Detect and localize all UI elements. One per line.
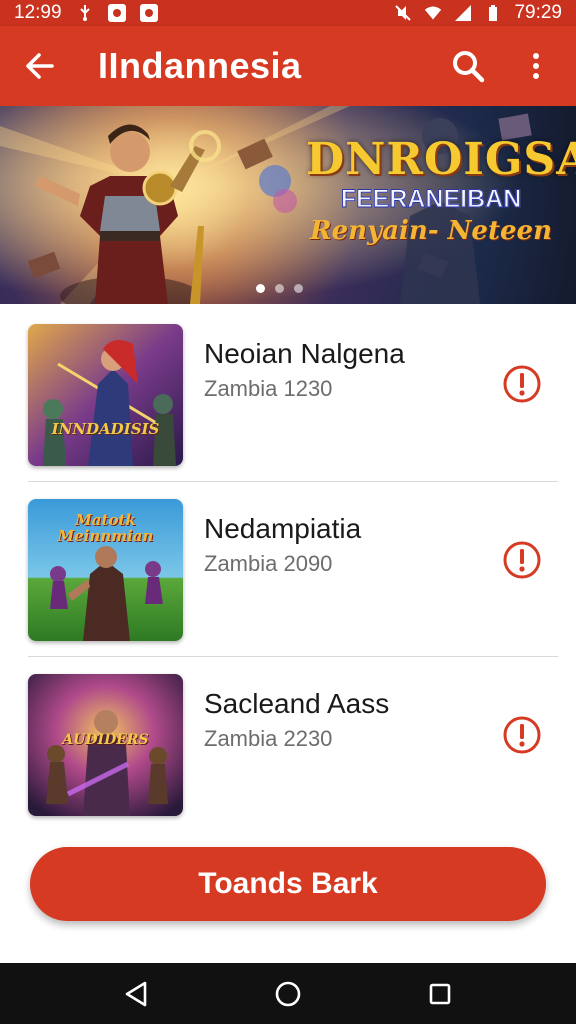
battery-icon (484, 4, 502, 22)
app-bar: IIndannesia (0, 26, 576, 106)
carousel-dot[interactable] (294, 284, 303, 293)
banner-title: DNROIGSA (306, 134, 576, 185)
usb-icon (76, 4, 94, 22)
alert-circle-icon[interactable] (502, 540, 542, 580)
nav-back-icon[interactable] (118, 976, 154, 1012)
item-title: Neoian Nalgena (204, 338, 405, 369)
nav-recents-icon[interactable] (422, 976, 458, 1012)
search-icon[interactable] (448, 46, 488, 86)
hero-banner[interactable]: DNROIGSA FEERANEIBAN Renyain- Neteen (0, 106, 576, 304)
item-subtitle: Zambia 2230 (204, 726, 333, 751)
arrow-back-icon[interactable] (20, 46, 60, 86)
page-title: IIndannesia (98, 45, 302, 86)
list-item[interactable]: AUDIDERS Sacleand Aass Zambia 2230 (0, 656, 576, 832)
item-subtitle: Zambia 1230 (204, 376, 333, 401)
banner-subtitle: FEERANEIBAN (306, 185, 556, 214)
item-title: Nedampiatia (204, 513, 362, 544)
wifi-icon (424, 4, 442, 22)
status-bar: 12:99 79:29 (0, 0, 576, 26)
nav-home-icon[interactable] (270, 976, 306, 1012)
banner-headline: DNROIGSA FEERANEIBAN Renyain- Neteen (306, 134, 576, 246)
mute-icon (394, 4, 412, 22)
item-subtitle: Zambia 2090 (204, 551, 333, 576)
alert-circle-icon[interactable] (502, 364, 542, 404)
game-thumbnail[interactable]: AUDIDERS (28, 674, 183, 816)
system-nav-bar (0, 963, 576, 1024)
thumbnail-caption: Matotk Meinnmian (57, 511, 154, 545)
signal-icon (454, 4, 472, 22)
list-item[interactable]: INNDADISIS Neoian Nalgena Zambia 1230 (0, 304, 576, 480)
notification-icon (139, 4, 158, 22)
alert-circle-icon[interactable] (502, 715, 542, 755)
more-vert-icon[interactable] (516, 46, 556, 86)
notification-icon (107, 4, 126, 22)
status-time: 12:99 (14, 2, 62, 23)
carousel-dot[interactable] (275, 284, 284, 293)
carousel-dot[interactable] (256, 284, 265, 293)
list-item[interactable]: Matotk Meinnmian Nedampiatia Zambia 2090 (0, 481, 576, 657)
game-thumbnail[interactable]: INNDADISIS (28, 324, 183, 466)
thumbnail-caption: INNDADISIS (51, 420, 160, 438)
game-thumbnail[interactable]: Matotk Meinnmian (28, 499, 183, 641)
thumbnail-caption: AUDIDERS (62, 732, 149, 748)
item-title: Sacleand Aass (204, 688, 390, 719)
status-clock: 79:29 (514, 2, 562, 23)
primary-action-button[interactable]: Toands Bark (30, 847, 546, 921)
banner-tagline: Renyain- Neteen (310, 215, 552, 246)
carousel-indicator[interactable] (256, 284, 303, 293)
